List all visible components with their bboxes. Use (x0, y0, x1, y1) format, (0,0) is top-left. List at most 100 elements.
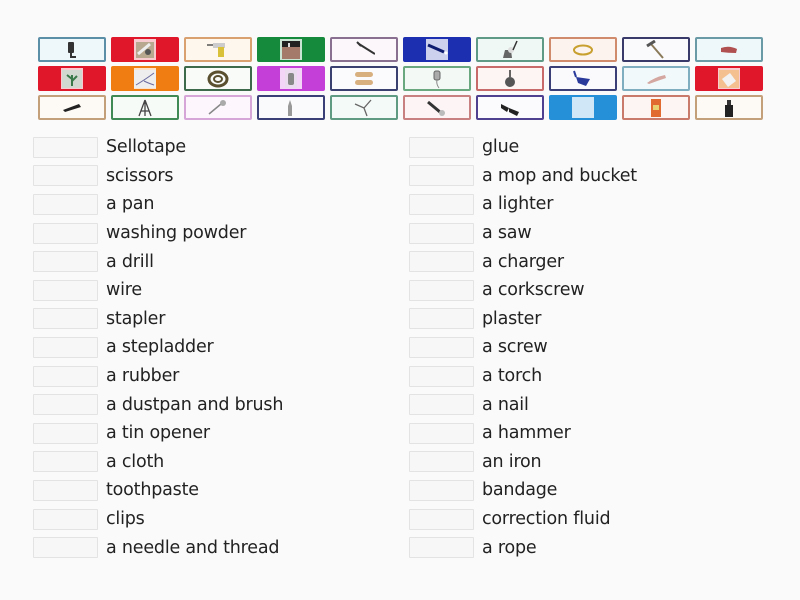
answer-drop-slot[interactable] (409, 451, 474, 473)
answer-drop-slot[interactable] (409, 165, 474, 187)
image-card[interactable] (330, 37, 398, 62)
answer-drop-slot[interactable] (33, 394, 98, 416)
tin-opener-icon (207, 97, 229, 118)
answer-drop-slot[interactable] (33, 336, 98, 358)
image-card[interactable] (38, 66, 106, 91)
match-row: a hammer (409, 419, 769, 448)
word-label: a tin opener (106, 423, 210, 444)
answer-drop-slot[interactable] (409, 193, 474, 215)
answer-drop-slot[interactable] (409, 537, 474, 559)
image-card[interactable] (184, 37, 252, 62)
image-card[interactable] (549, 66, 617, 91)
image-card[interactable] (403, 95, 471, 120)
word-label: bandage (482, 480, 558, 501)
image-card[interactable] (257, 37, 325, 62)
match-row: toothpaste (33, 476, 393, 505)
image-card[interactable] (111, 37, 179, 62)
word-label: Sellotape (106, 137, 186, 158)
torch-icon (426, 39, 448, 60)
word-label: a hammer (482, 423, 571, 444)
answer-drop-slot[interactable] (33, 251, 98, 273)
answer-drop-slot[interactable] (33, 451, 98, 473)
answer-drop-slot[interactable] (409, 222, 474, 244)
answer-drop-slot[interactable] (33, 222, 98, 244)
image-card[interactable] (403, 66, 471, 91)
answer-drop-slot[interactable] (33, 165, 98, 187)
answer-drop-slot[interactable] (33, 422, 98, 444)
corkscrew-icon (353, 97, 375, 118)
word-label: a saw (482, 223, 532, 244)
answer-drop-slot[interactable] (409, 336, 474, 358)
word-label: washing powder (106, 223, 247, 244)
match-row: a corkscrew (409, 276, 769, 305)
answer-drop-slot[interactable] (33, 537, 98, 559)
answer-drop-slot[interactable] (409, 279, 474, 301)
word-label: a rope (482, 537, 537, 558)
answer-drop-slot[interactable] (409, 365, 474, 387)
answer-drop-slot[interactable] (33, 508, 98, 530)
match-row: wire (33, 276, 393, 305)
plant-photo-icon (61, 68, 83, 89)
plaster-icon (353, 68, 375, 89)
image-card[interactable] (476, 66, 544, 91)
image-card[interactable] (476, 37, 544, 62)
image-card[interactable] (184, 95, 252, 120)
image-card[interactable] (184, 66, 252, 91)
answer-drop-slot[interactable] (409, 251, 474, 273)
match-row: a cloth (33, 448, 393, 477)
word-label: a dustpan and brush (106, 394, 284, 415)
match-row: a drill (33, 247, 393, 276)
image-card[interactable] (257, 95, 325, 120)
image-card[interactable] (111, 66, 179, 91)
needle-and-thread-icon (426, 97, 448, 118)
answer-drop-slot[interactable] (33, 279, 98, 301)
rubber-icon (718, 39, 740, 60)
image-card[interactable] (622, 66, 690, 91)
match-row: plaster (409, 305, 769, 334)
word-label: correction fluid (482, 509, 611, 530)
correction-fluid-icon (718, 97, 740, 118)
answer-drop-slot[interactable] (409, 308, 474, 330)
drill-icon (207, 39, 229, 60)
image-card[interactable] (257, 66, 325, 91)
word-lists: Sellotape scissors a pan washing powder a dr… (33, 133, 773, 563)
word-label: a pan (106, 194, 155, 215)
answer-drop-slot[interactable] (33, 136, 98, 158)
word-label: a mop and bucket (482, 165, 637, 186)
match-row: a mop and bucket (409, 162, 769, 191)
answer-drop-slot[interactable] (33, 193, 98, 215)
image-card[interactable] (549, 37, 617, 62)
answer-drop-slot[interactable] (409, 422, 474, 444)
match-row: correction fluid (409, 505, 769, 534)
word-label: a lighter (482, 194, 554, 215)
image-card[interactable] (476, 95, 544, 120)
image-card[interactable] (330, 66, 398, 91)
image-card[interactable] (622, 37, 690, 62)
image-card[interactable] (111, 95, 179, 120)
word-label: a stepladder (106, 337, 214, 358)
hammer-icon (645, 39, 667, 60)
image-card[interactable] (38, 37, 106, 62)
lighter-photo-icon (280, 68, 302, 89)
image-card[interactable] (38, 95, 106, 120)
answer-drop-slot[interactable] (409, 394, 474, 416)
word-label: a nail (482, 394, 529, 415)
answer-drop-slot[interactable] (33, 308, 98, 330)
image-card[interactable] (330, 95, 398, 120)
word-label: a rubber (106, 366, 180, 387)
answer-drop-slot[interactable] (33, 479, 98, 501)
word-label: scissors (106, 165, 174, 186)
image-card[interactable] (622, 95, 690, 120)
match-row: a screw (409, 333, 769, 362)
answer-drop-slot[interactable] (409, 508, 474, 530)
answer-drop-slot[interactable] (409, 136, 474, 158)
image-card[interactable] (695, 37, 763, 62)
answer-drop-slot[interactable] (409, 479, 474, 501)
image-card[interactable] (695, 66, 763, 91)
answer-drop-slot[interactable] (33, 365, 98, 387)
pan-icon (499, 68, 521, 89)
image-card[interactable] (549, 95, 617, 120)
window-photo-icon (280, 39, 302, 60)
image-card[interactable] (403, 37, 471, 62)
image-card[interactable] (695, 95, 763, 120)
